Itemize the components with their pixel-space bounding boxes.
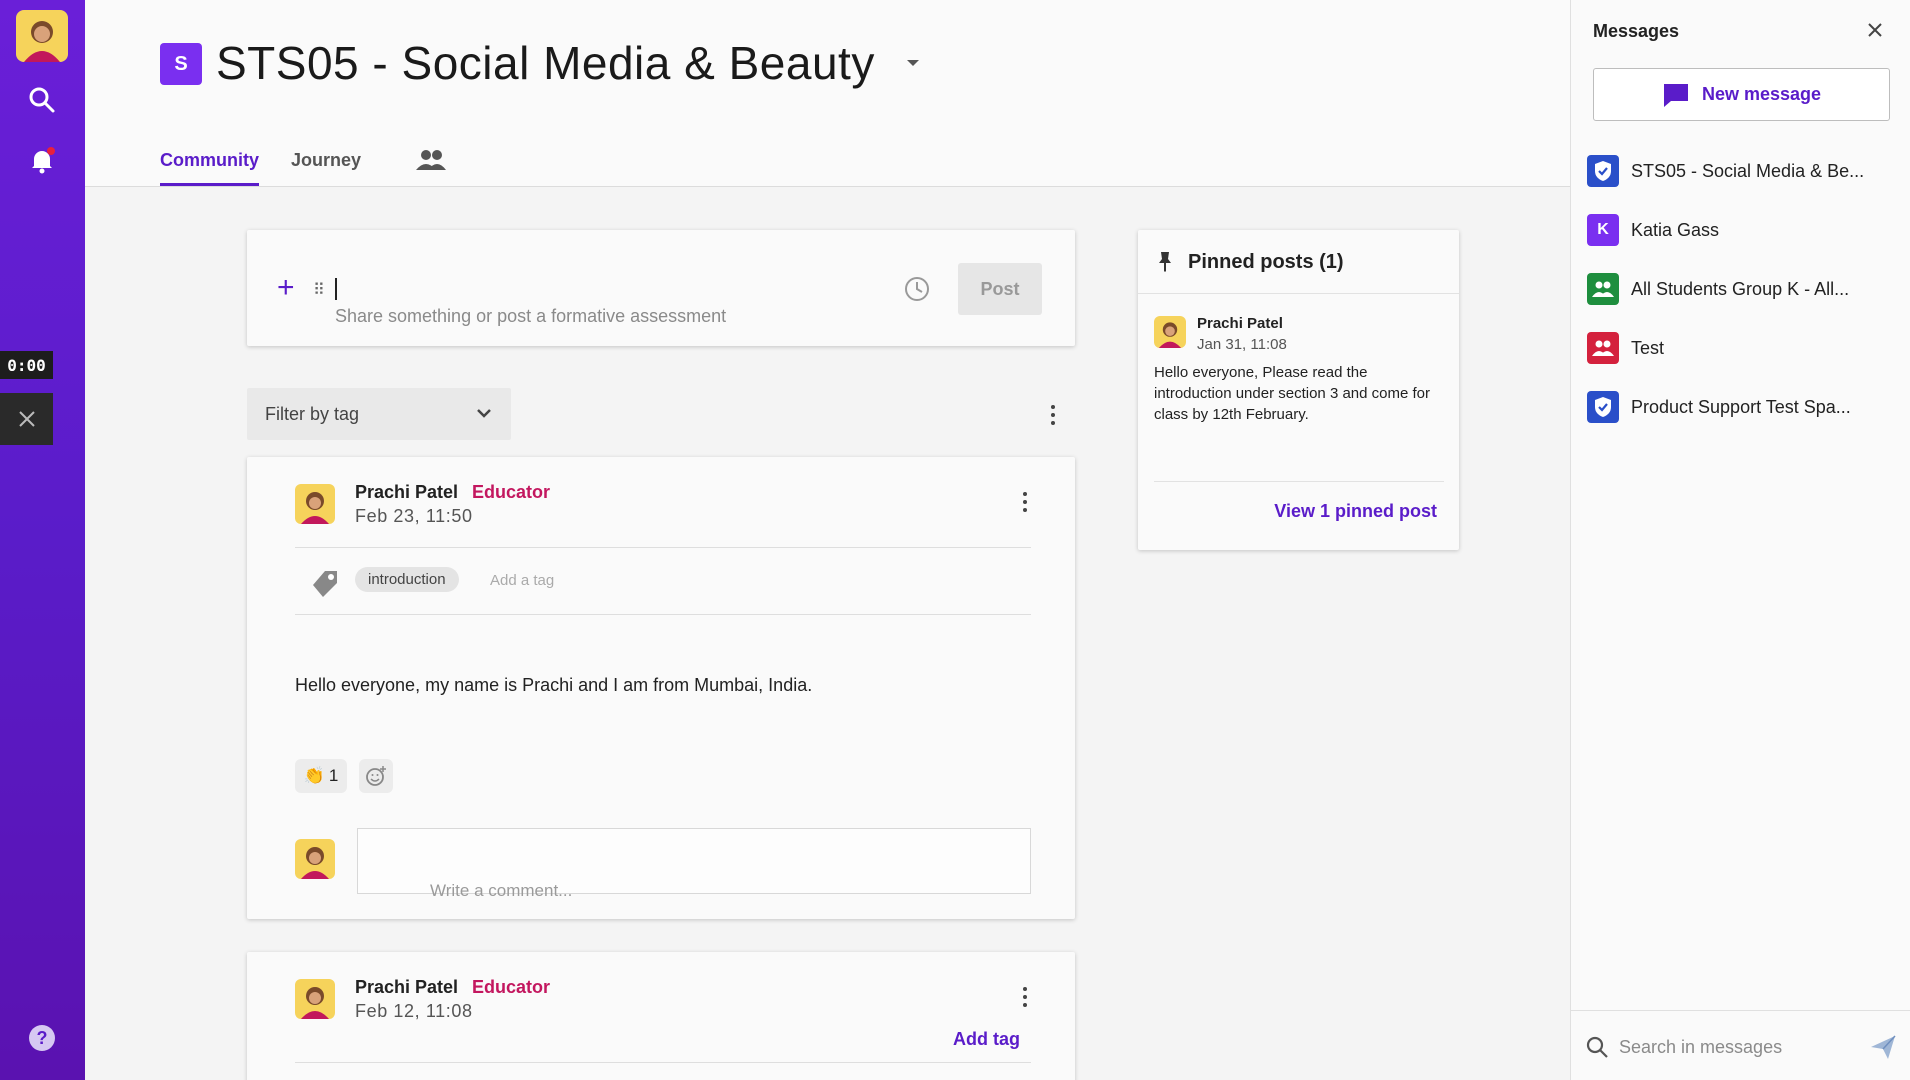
tab-journey[interactable]: Journey	[291, 150, 361, 186]
pinned-header: Pinned posts (1)	[1138, 230, 1459, 294]
bell-icon[interactable]	[26, 144, 58, 176]
reaction-count: 1	[328, 766, 339, 785]
view-pinned-post-link[interactable]: View 1 pinned post	[1274, 501, 1437, 522]
add-content-button[interactable]: +	[277, 273, 295, 303]
search-placeholder[interactable]: Search in messages	[1619, 1037, 1782, 1058]
close-icon[interactable]	[1865, 20, 1885, 40]
composer-placeholder[interactable]: Share something or post a formative asse…	[335, 306, 726, 327]
svg-text:?: ?	[37, 1028, 48, 1048]
post-button[interactable]: Post	[958, 263, 1042, 315]
chevron-down-icon	[477, 409, 491, 418]
pinned-title: Pinned posts (1)	[1188, 251, 1344, 273]
pinned-date: Jan 31, 11:08	[1197, 336, 1287, 353]
caret-down-icon[interactable]	[905, 58, 921, 68]
conversation-name: Test	[1631, 337, 1665, 358]
main-area: S STS05 - Social Media & Beauty Communit…	[85, 0, 1570, 1080]
comment-input[interactable]: Write a comment...	[357, 828, 1031, 900]
user-avatar[interactable]	[16, 10, 68, 62]
add-tag-button[interactable]: Add tag	[953, 1029, 1020, 1050]
chat-bubble-icon	[1663, 83, 1688, 107]
conversation-item[interactable]: Test	[1587, 328, 1897, 368]
pinned-posts-card: Pinned posts (1) Prachi Patel Jan 31, 11…	[1138, 230, 1459, 550]
messages-panel: Messages New message STS05 - Social Medi…	[1570, 0, 1910, 1080]
conversation-name: All Students Group K - All...	[1631, 278, 1850, 299]
post-card: Prachi Patel Educator Feb 12, 11:08 Add …	[247, 952, 1075, 1080]
author-role: Educator	[472, 482, 551, 502]
feed-options-icon[interactable]	[1043, 403, 1063, 427]
drag-handle-icon[interactable]: ⠿	[313, 280, 325, 300]
search-icon	[1586, 1036, 1608, 1058]
post-body: Hello everyone, my name is Prachi and I …	[295, 675, 813, 695]
divider	[295, 1062, 1031, 1063]
conversation-item[interactable]: K Katia Gass	[1587, 210, 1897, 250]
author-role: Educator	[472, 977, 551, 997]
tag-icon	[313, 571, 337, 597]
author-name[interactable]: Prachi Patel	[355, 482, 458, 503]
commenter-avatar	[295, 839, 335, 879]
conversation-item[interactable]: All Students Group K - All...	[1587, 269, 1897, 309]
conversation-name: Katia Gass	[1631, 219, 1720, 240]
smiley-add-icon	[366, 766, 386, 786]
pinned-author-name[interactable]: Prachi Patel	[1197, 315, 1283, 332]
post-date: Feb 23, 11:50	[355, 506, 473, 526]
search-icon[interactable]	[26, 84, 58, 116]
text-caret	[335, 278, 337, 300]
shield-check-icon	[1587, 391, 1619, 423]
close-recording-button[interactable]	[0, 393, 53, 445]
post-options-icon[interactable]	[1015, 985, 1035, 1009]
comment-placeholder: Write a comment...	[430, 881, 573, 900]
post-card: Prachi Patel Educator Feb 23, 11:50 intr…	[247, 457, 1075, 919]
space-header: S STS05 - Social Media & Beauty Communit…	[85, 0, 1570, 187]
conversation-item[interactable]: STS05 - Social Media & Be...	[1587, 151, 1897, 191]
group-icon	[1587, 273, 1619, 305]
divider	[295, 547, 1031, 548]
pinned-author-avatar	[1154, 316, 1186, 348]
post-options-icon[interactable]	[1015, 490, 1035, 514]
divider	[295, 614, 1031, 615]
conversation-item[interactable]: Product Support Test Spa...	[1587, 387, 1897, 427]
clap-icon: 👏	[303, 766, 325, 785]
filter-label: Filter by tag	[265, 404, 360, 424]
new-message-label: New message	[1701, 84, 1822, 104]
shield-check-icon	[1587, 155, 1619, 187]
post-composer[interactable]: + ⠿ Share something or post a formative …	[247, 230, 1075, 346]
recording-timer: 0:00	[0, 351, 53, 379]
messages-title: Messages	[1593, 21, 1680, 41]
people-icon[interactable]	[415, 148, 447, 172]
pin-icon	[1159, 252, 1171, 272]
clock-icon[interactable]	[903, 275, 931, 303]
tab-community[interactable]: Community	[160, 150, 259, 186]
conversation-name: STS05 - Social Media & Be...	[1631, 160, 1865, 181]
space-badge: S	[160, 43, 202, 85]
new-message-button[interactable]: New message	[1593, 68, 1890, 121]
add-reaction-button[interactable]	[359, 759, 393, 793]
close-icon	[18, 411, 35, 427]
pinned-body: Hello everyone, Please read the introduc…	[1154, 364, 1430, 423]
help-icon[interactable]: ?	[26, 1022, 58, 1054]
divider	[1154, 481, 1444, 482]
add-tag-input[interactable]: Add a tag	[490, 572, 554, 589]
conversation-name: Product Support Test Spa...	[1631, 396, 1851, 417]
reaction-clap[interactable]: 👏 1	[295, 759, 347, 793]
paper-plane-icon[interactable]	[1869, 1033, 1897, 1061]
tab-bar: Community Journey	[160, 150, 361, 186]
filter-by-tag-select[interactable]: Filter by tag	[247, 388, 511, 440]
message-search[interactable]: Search in messages	[1571, 1010, 1910, 1080]
author-name[interactable]: Prachi Patel	[355, 977, 458, 998]
group-icon	[1587, 332, 1619, 364]
author-avatar[interactable]	[295, 484, 335, 524]
space-title[interactable]: STS05 - Social Media & Beauty	[216, 36, 875, 90]
tag-chip[interactable]: introduction	[355, 567, 459, 592]
left-rail: 0:00 ?	[0, 0, 85, 1080]
post-date: Feb 12, 11:08	[355, 1001, 473, 1021]
initial-avatar: K	[1587, 214, 1619, 246]
author-avatar[interactable]	[295, 979, 335, 1019]
